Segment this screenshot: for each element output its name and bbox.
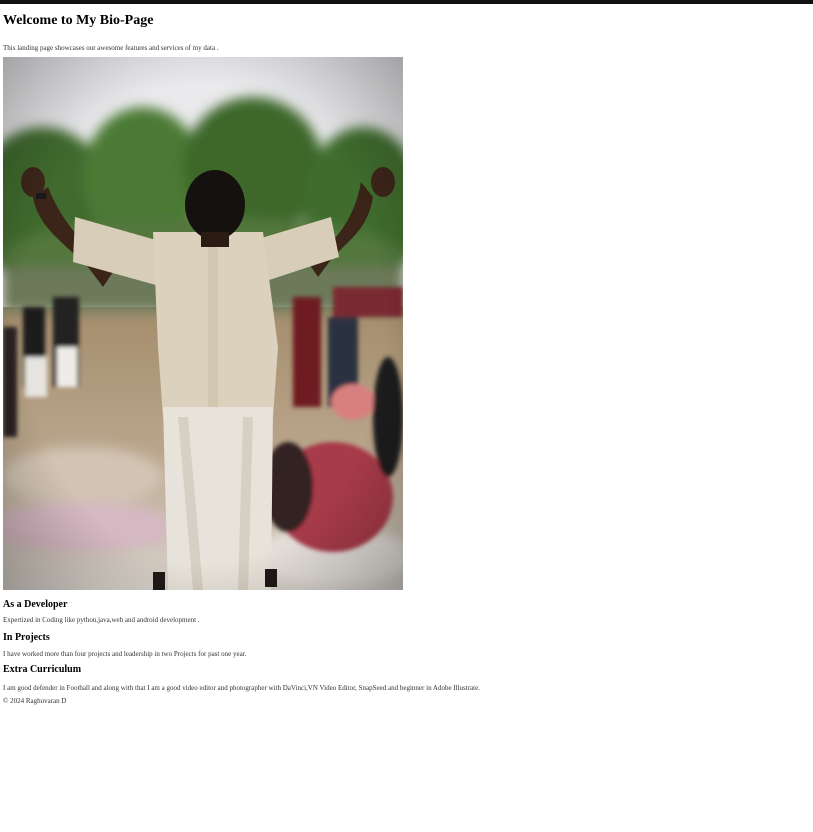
hero-photo	[3, 57, 403, 590]
footer-copyright: © 2024 Raghuvaran D	[3, 697, 67, 705]
section-text-developer: Expertized in Coding like python,java,we…	[3, 616, 200, 624]
section-text-extra-curriculum: I am good defender in Football and along…	[3, 684, 480, 692]
intro-text: This landing page showcases our awesome …	[3, 44, 219, 52]
page-content: Welcome to My Bio-Page This landing page…	[3, 4, 809, 705]
section-text-projects: I have worked more than four projects an…	[3, 650, 247, 658]
page-title: Welcome to My Bio-Page	[3, 13, 154, 28]
section-heading-projects: In Projects	[3, 632, 50, 643]
section-heading-extra-curriculum: Extra Curriculum	[3, 664, 82, 675]
section-heading-developer: As a Developer	[3, 599, 68, 610]
